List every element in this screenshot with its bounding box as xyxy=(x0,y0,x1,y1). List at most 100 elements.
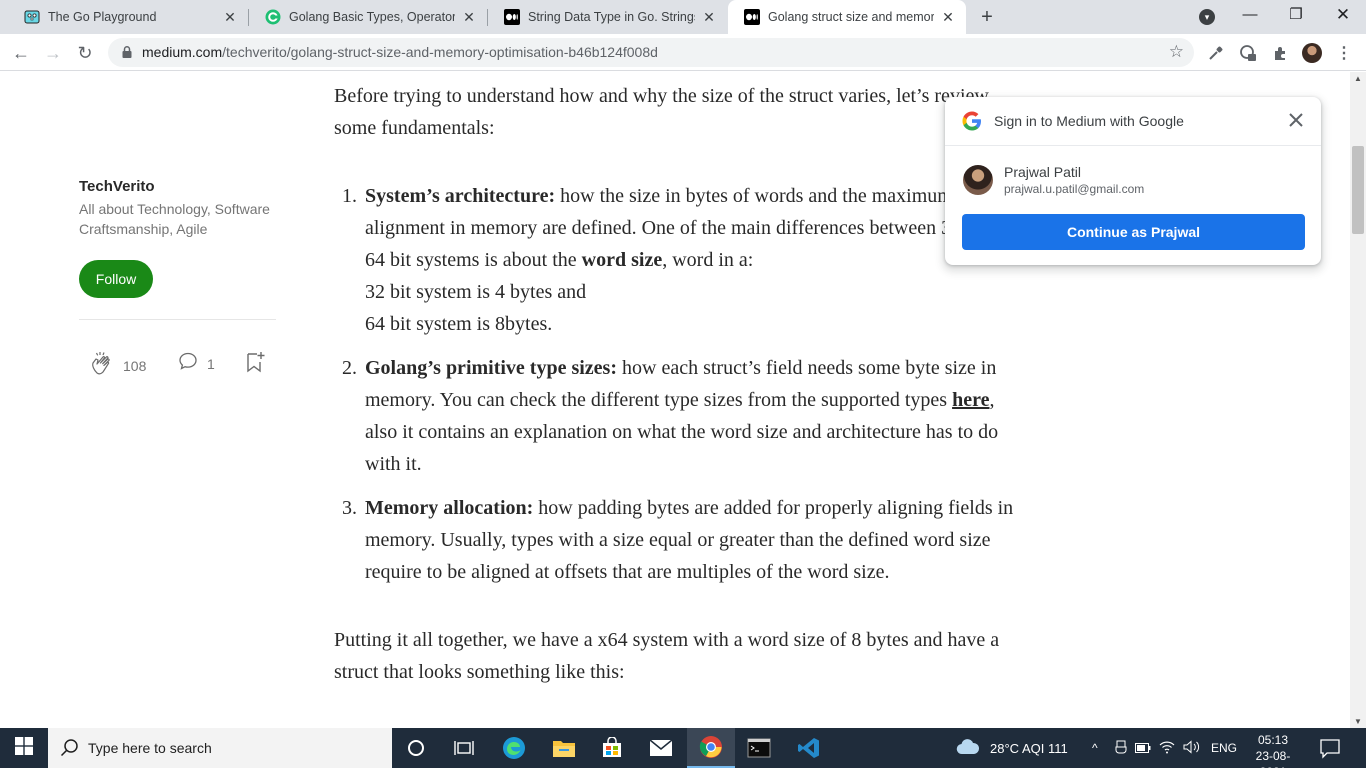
item-heading: System’s architecture: xyxy=(365,185,556,207)
medium-icon xyxy=(504,9,520,25)
volume-icon[interactable] xyxy=(1183,739,1201,757)
search-icon xyxy=(60,738,80,758)
tab-title: The Go Playground xyxy=(48,10,157,24)
continue-as-button[interactable]: Continue as Prajwal xyxy=(962,214,1305,250)
bookmark-add-icon[interactable] xyxy=(245,351,265,378)
weather-widget[interactable]: 28°C AQI 111 xyxy=(956,728,1068,768)
notification-center-icon[interactable] xyxy=(1318,736,1342,760)
taskbar-clock[interactable]: 05:13 23-08-2021 xyxy=(1244,732,1302,780)
response-count: 1 xyxy=(207,355,215,372)
battery-icon[interactable] xyxy=(1135,741,1151,756)
divider xyxy=(945,145,1321,146)
weather-text: 28°C AQI 111 xyxy=(990,740,1068,756)
article-paragraph: Putting it all together, we have a x64 s… xyxy=(334,629,1000,683)
microsoft-store-icon[interactable] xyxy=(588,728,636,768)
back-button[interactable]: ← xyxy=(8,40,34,66)
url-text: medium.com/techverito/golang-struct-size… xyxy=(142,44,658,60)
page-scrollbar[interactable]: ▲ ▼ xyxy=(1350,72,1366,728)
list-number: 3. xyxy=(342,497,357,519)
profile-avatar[interactable] xyxy=(1302,43,1322,63)
language-indicator[interactable]: ENG xyxy=(1211,741,1237,755)
vscode-icon[interactable] xyxy=(785,728,833,768)
extension-badge-icon[interactable] xyxy=(1238,43,1258,63)
close-icon[interactable]: ✕ xyxy=(461,9,477,25)
clap-button[interactable]: 108 xyxy=(89,350,146,381)
taskbar-search-box[interactable]: Type here to search xyxy=(48,728,392,768)
responses-button[interactable]: 1 xyxy=(177,350,215,377)
scrollbar-thumb[interactable] xyxy=(1352,146,1364,234)
avatar xyxy=(1302,43,1322,63)
scroll-up-arrow-icon[interactable]: ▲ xyxy=(1354,74,1362,83)
cortana-icon[interactable] xyxy=(392,728,440,768)
eyedropper-icon[interactable] xyxy=(1206,43,1226,63)
reload-button[interactable]: ↻ xyxy=(72,40,98,66)
clap-icon xyxy=(89,350,115,381)
tab-golang-basic-types[interactable]: Golang Basic Types, Operators and Type C… xyxy=(249,0,487,34)
article-actions: 108 1 xyxy=(79,350,279,390)
item-emphasis: word size xyxy=(581,249,663,271)
item-text: , word in a: xyxy=(662,249,754,271)
close-icon[interactable]: ✕ xyxy=(701,9,717,25)
avatar xyxy=(963,165,993,195)
windows-logo-icon xyxy=(15,736,33,760)
task-view-icon[interactable] xyxy=(440,728,488,768)
item-heading: Memory allocation: xyxy=(365,497,534,519)
account-name: Prajwal Patil xyxy=(1004,164,1082,180)
speech-bubble-icon xyxy=(177,350,199,377)
tab-go-playground[interactable]: The Go Playground ✕ xyxy=(8,0,248,34)
item-line: 64 bit system is 8bytes. xyxy=(365,313,553,335)
publication-sidebar: TechVerito All about Technology, Softwar… xyxy=(79,178,279,390)
new-tab-button[interactable]: + xyxy=(976,5,998,29)
close-icon[interactable]: ✕ xyxy=(222,9,238,25)
publication-name[interactable]: TechVerito xyxy=(79,178,279,195)
wifi-icon[interactable] xyxy=(1159,740,1175,757)
publication-description: All about Technology, Software Craftsman… xyxy=(79,201,270,237)
article-body: Before trying to understand how and why … xyxy=(334,80,1014,688)
tab-title: Golang Basic Types, Operators and Type C… xyxy=(289,10,455,24)
gopher-icon xyxy=(24,9,40,25)
here-link[interactable]: here xyxy=(952,389,989,411)
tab-strip: The Go Playground ✕ Golang Basic Types, … xyxy=(0,0,1366,34)
browser-toolbar: ← → ↻ medium.com/techverito/golang-struc… xyxy=(0,34,1366,71)
edge-icon[interactable] xyxy=(490,728,538,768)
menu-kebab-icon[interactable]: ⋮ xyxy=(1334,43,1354,63)
minimize-button[interactable]: — xyxy=(1227,0,1273,30)
puzzle-extensions-icon[interactable] xyxy=(1270,43,1290,63)
follow-button[interactable]: Follow xyxy=(79,260,153,298)
tab-title: Golang struct size and memory optimisati… xyxy=(768,10,934,24)
google-logo-icon xyxy=(962,111,982,131)
mail-icon[interactable] xyxy=(637,728,685,768)
list-number: 2. xyxy=(342,357,357,379)
tab-string-data-type[interactable]: String Data Type in Go. Strings in Go ✕ xyxy=(488,0,727,34)
window-close-button[interactable]: ✕ xyxy=(1320,0,1366,30)
terminal-icon[interactable] xyxy=(735,728,783,768)
close-icon[interactable] xyxy=(1285,109,1307,131)
windows-taskbar: Type here to search 28°C AQI 111 ^ ENG 0… xyxy=(0,728,1366,779)
list-item: 3. Memory allocation: how padding bytes … xyxy=(334,492,1014,588)
clock-date: 23-08-2021 xyxy=(1255,749,1291,779)
article-paragraph: Before trying to understand how and why … xyxy=(334,85,989,139)
list-item: 2. Golang’s primitive type sizes: how ea… xyxy=(334,352,1014,480)
start-button[interactable] xyxy=(0,728,48,768)
cloud-icon xyxy=(956,738,980,758)
chrome-icon[interactable] xyxy=(687,728,735,768)
clock-time: 05:13 xyxy=(1257,733,1289,747)
prompt-title: Sign in to Medium with Google xyxy=(994,113,1184,129)
tab-golang-struct-size[interactable]: Golang struct size and memory optimisati… xyxy=(728,0,966,34)
bookmark-star-icon[interactable]: ☆ xyxy=(1169,42,1184,62)
address-bar[interactable]: medium.com/techverito/golang-struct-size… xyxy=(108,38,1194,67)
search-placeholder: Type here to search xyxy=(88,740,212,756)
close-icon[interactable]: ✕ xyxy=(940,9,956,25)
google-signin-prompt: Sign in to Medium with Google Prajwal Pa… xyxy=(945,97,1321,265)
scroll-down-arrow-icon[interactable]: ▼ xyxy=(1354,717,1362,726)
tab-search-icon[interactable]: ▾ xyxy=(1199,9,1215,25)
system-tray-icons: ENG xyxy=(1115,728,1237,768)
restore-button[interactable]: ❐ xyxy=(1273,0,1319,30)
url-path: /techverito/golang-struct-size-and-memor… xyxy=(222,44,658,60)
show-hidden-icons-chevron-icon[interactable]: ^ xyxy=(1092,728,1098,768)
lock-icon[interactable] xyxy=(120,45,134,59)
list-item: 1. System’s architecture: how the size i… xyxy=(334,180,1014,340)
file-explorer-icon[interactable] xyxy=(540,728,588,768)
forward-button[interactable]: → xyxy=(40,40,66,66)
usb-icon[interactable] xyxy=(1115,740,1127,757)
